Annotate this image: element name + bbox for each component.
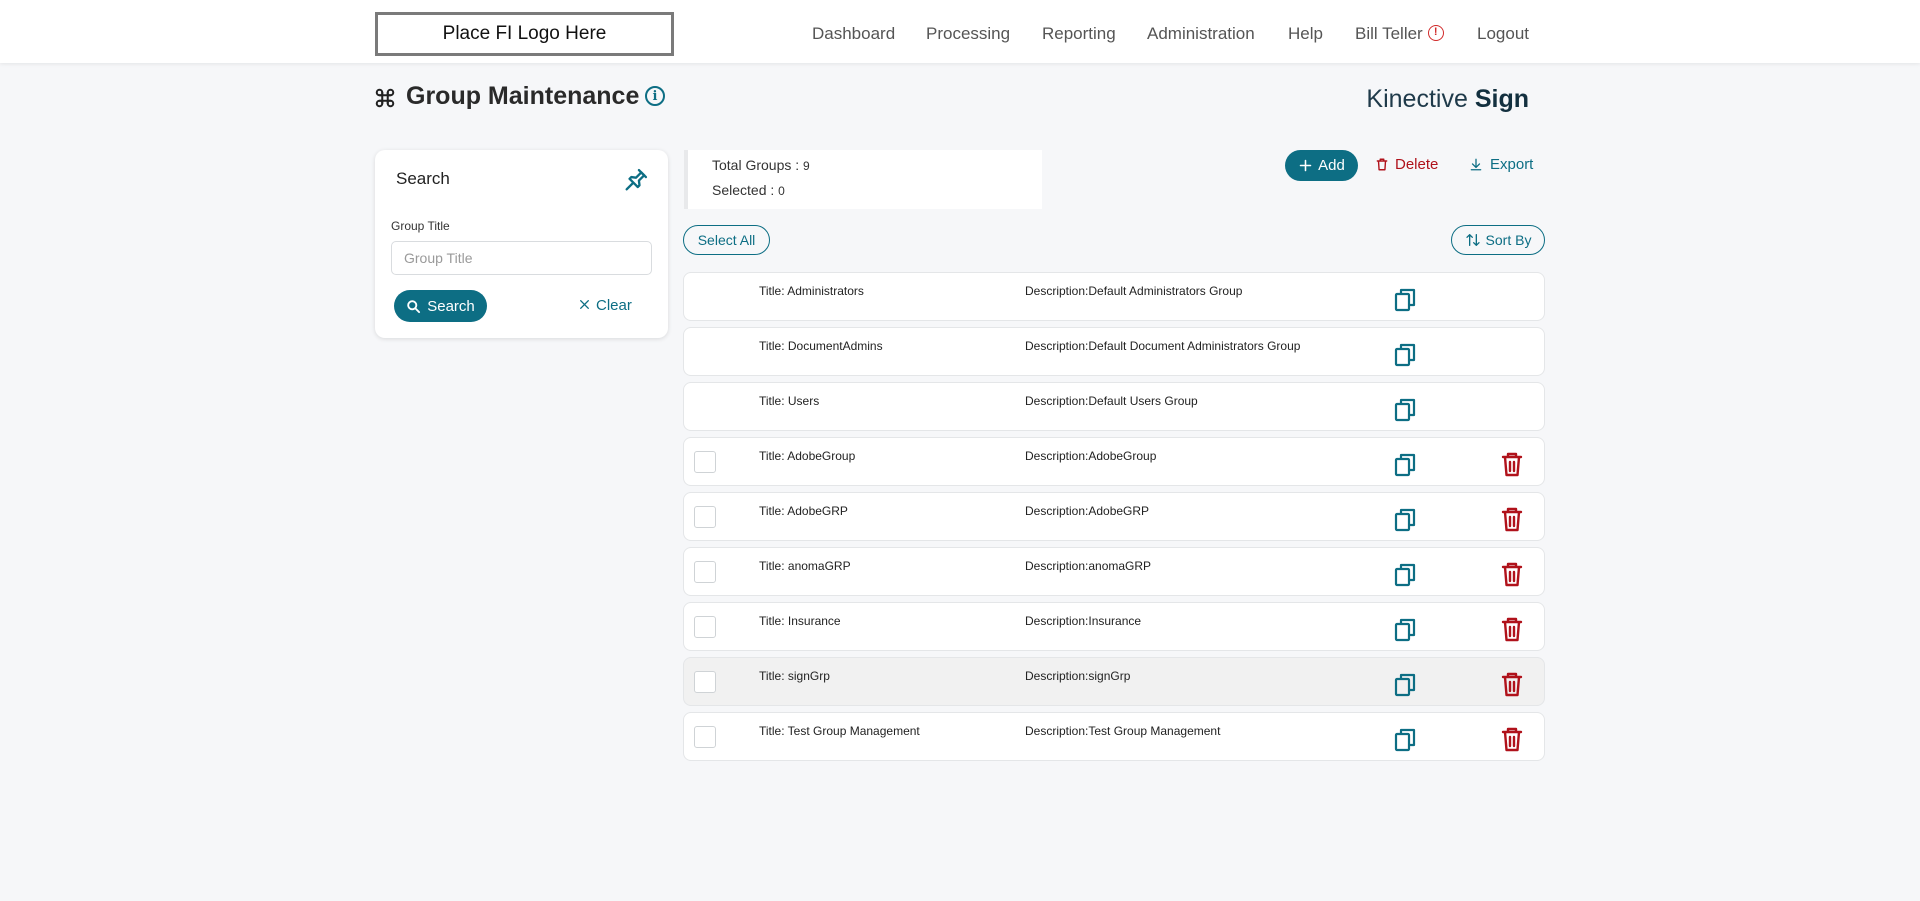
group-row-anomagrp[interactable]: Title: anomaGRP Description:anomaGRP xyxy=(683,547,1545,596)
group-row-signgrp[interactable]: Title: signGrp Description:signGrp xyxy=(683,657,1545,706)
group-title: Title: signGrp xyxy=(759,669,830,683)
group-description: Description:Test Group Management xyxy=(1025,724,1221,738)
nav-help[interactable]: Help xyxy=(1288,24,1323,44)
group-title: Title: Users xyxy=(759,394,820,408)
nav-logout[interactable]: Logout xyxy=(1477,24,1529,44)
search-icon xyxy=(407,299,421,313)
search-button[interactable]: Search xyxy=(394,290,487,322)
group-row-adobegrp[interactable]: Title: AdobeGRP Description:AdobeGRP xyxy=(683,492,1545,541)
trash-icon[interactable] xyxy=(1501,562,1523,587)
fi-logo-placeholder[interactable]: Place FI Logo Here xyxy=(375,12,674,56)
download-icon xyxy=(1470,158,1482,171)
group-title: Title: anomaGRP xyxy=(759,559,851,573)
add-button[interactable]: Add xyxy=(1285,150,1358,181)
copy-icon[interactable] xyxy=(1393,562,1417,587)
total-groups-label: Total Groups : xyxy=(712,157,804,173)
group-title: Title: AdobeGroup xyxy=(759,449,856,463)
sort-by-button[interactable]: Sort By xyxy=(1451,225,1545,255)
copy-icon[interactable] xyxy=(1393,397,1417,422)
trash-icon[interactable] xyxy=(1501,727,1523,752)
group-description: Description:Insurance xyxy=(1025,614,1142,628)
delete-button-label: Delete xyxy=(1395,156,1439,173)
info-icon[interactable]: i xyxy=(645,86,665,106)
row-checkbox[interactable] xyxy=(694,726,716,748)
group-title: Title: DocumentAdmins xyxy=(759,339,883,353)
selected-value: 0 xyxy=(778,184,785,198)
brand-logo: Kinective Sign xyxy=(1366,85,1529,114)
search-panel-title: Search xyxy=(396,169,450,188)
group-description: Description:signGrp xyxy=(1025,669,1131,683)
group-row-administrators[interactable]: Title: Administrators Description:Defaul… xyxy=(683,272,1545,321)
copy-icon[interactable] xyxy=(1393,507,1417,532)
clear-button[interactable]: Clear xyxy=(578,297,632,314)
sort-by-label: Sort By xyxy=(1485,232,1532,248)
copy-icon[interactable] xyxy=(1393,342,1417,367)
group-row-test-group-management[interactable]: Title: Test Group Management Description… xyxy=(683,712,1545,761)
group-row-users[interactable]: Title: Users Description:Default Users G… xyxy=(683,382,1545,431)
trash-icon[interactable] xyxy=(1501,617,1523,642)
alert-icon: ! xyxy=(1427,24,1444,41)
selected-label: Selected : xyxy=(712,182,779,198)
nav-user-menu[interactable]: Bill Teller! xyxy=(1355,24,1444,44)
row-checkbox[interactable] xyxy=(694,561,716,583)
close-icon xyxy=(580,300,589,309)
copy-icon[interactable] xyxy=(1393,452,1417,477)
nav-dashboard[interactable]: Dashboard xyxy=(812,24,895,44)
delete-button[interactable]: Delete xyxy=(1375,156,1438,173)
nav-reporting[interactable]: Reporting xyxy=(1042,24,1116,44)
brand-name-light: Kinective xyxy=(1366,85,1468,113)
group-description: Description:Default Administrators Group xyxy=(1025,284,1243,298)
selected-count: Selected : 0 xyxy=(712,182,785,198)
groups-summary: Total Groups : 9 Selected : 0 xyxy=(684,150,1042,209)
group-title: Title: Insurance xyxy=(759,614,841,628)
brand-name-bold: Sign xyxy=(1474,85,1529,113)
group-description: Description:anomaGRP xyxy=(1025,559,1152,573)
row-checkbox[interactable] xyxy=(694,451,716,473)
top-navbar: Place FI Logo Here Dashboard Processing … xyxy=(0,0,1920,63)
page-title: Group Maintenance xyxy=(406,82,640,110)
clear-button-label: Clear xyxy=(596,297,632,314)
export-button-label: Export xyxy=(1490,156,1534,173)
trash-icon xyxy=(1376,158,1388,171)
group-description: Description:AdobeGroup xyxy=(1025,449,1157,463)
group-row-insurance[interactable]: Title: Insurance Description:Insurance xyxy=(683,602,1545,651)
trash-icon[interactable] xyxy=(1501,507,1523,532)
trash-icon[interactable] xyxy=(1501,452,1523,477)
row-checkbox[interactable] xyxy=(694,506,716,528)
copy-icon[interactable] xyxy=(1393,672,1417,697)
group-title: Title: AdobeGRP xyxy=(759,504,848,518)
row-checkbox[interactable] xyxy=(694,671,716,693)
pin-icon[interactable] xyxy=(622,166,650,194)
select-all-button[interactable]: Select All xyxy=(683,225,770,255)
plus-icon xyxy=(1299,159,1312,172)
group-description: Description:AdobeGRP xyxy=(1025,504,1150,518)
group-row-documentadmins[interactable]: Title: DocumentAdmins Description:Defaul… xyxy=(683,327,1545,376)
nav-administration[interactable]: Administration xyxy=(1147,24,1255,44)
export-button[interactable]: Export xyxy=(1469,156,1533,173)
group-title-label: Group Title xyxy=(391,219,450,233)
copy-icon[interactable] xyxy=(1393,727,1417,752)
total-groups: Total Groups : 9 xyxy=(712,157,810,173)
sort-icon xyxy=(1465,234,1480,246)
copy-icon[interactable] xyxy=(1393,287,1417,312)
group-title: Title: Test Group Management xyxy=(759,724,920,738)
group-description: Description:Default Users Group xyxy=(1025,394,1198,408)
group-description: Description:Default Document Administrat… xyxy=(1025,339,1301,353)
group-title: Title: Administrators xyxy=(759,284,864,298)
total-groups-value: 9 xyxy=(803,159,810,173)
group-row-adobegroup[interactable]: Title: AdobeGroup Description:AdobeGroup xyxy=(683,437,1545,486)
trash-icon[interactable] xyxy=(1501,672,1523,697)
user-name: Bill Teller xyxy=(1355,24,1423,43)
row-checkbox[interactable] xyxy=(694,616,716,638)
group-title-input[interactable] xyxy=(391,241,652,275)
search-button-label: Search xyxy=(427,297,475,315)
copy-icon[interactable] xyxy=(1393,617,1417,642)
command-icon xyxy=(375,88,395,108)
search-panel: Search Group Title Search Clear xyxy=(375,150,668,338)
nav-processing[interactable]: Processing xyxy=(926,24,1010,44)
add-button-label: Add xyxy=(1318,157,1345,174)
